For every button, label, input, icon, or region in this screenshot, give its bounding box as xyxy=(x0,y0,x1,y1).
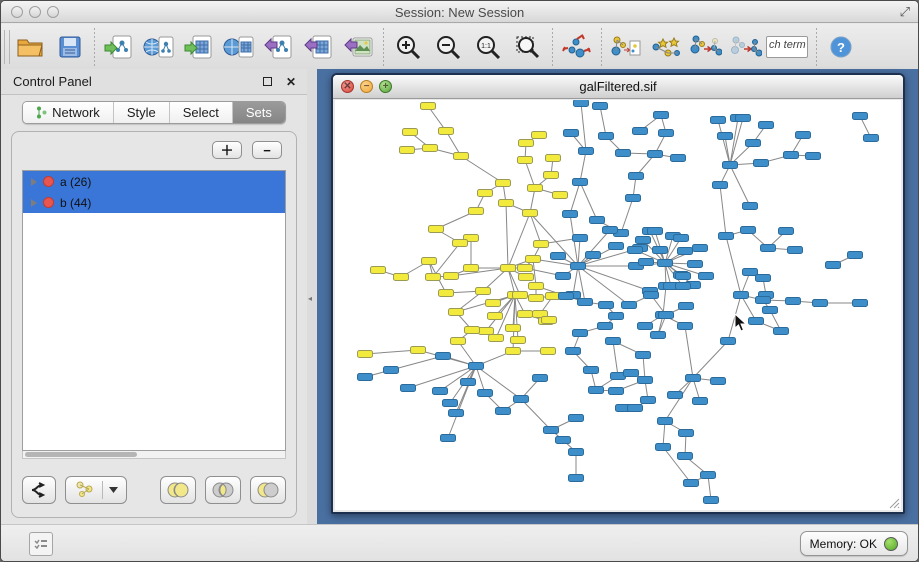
difference-button[interactable] xyxy=(250,476,286,504)
app-window: Session: New Session ⤢ xyxy=(0,0,919,562)
frame-maximize-icon[interactable]: + xyxy=(379,80,392,93)
tab-style[interactable]: Style xyxy=(114,102,170,123)
search-input[interactable]: ch term xyxy=(766,36,808,58)
button-divider xyxy=(102,481,103,499)
select-first-neighbors-button[interactable] xyxy=(646,28,686,66)
collapse-splitter-icon[interactable]: ◂ xyxy=(308,294,315,304)
svg-text:?: ? xyxy=(837,40,845,55)
task-history-button[interactable] xyxy=(29,532,53,556)
import-network-web-button[interactable] xyxy=(139,28,179,66)
toolbar-separator xyxy=(816,28,817,66)
main-content: Control Panel ✕ Network Style Select Set… xyxy=(1,69,918,524)
set-label: b (44) xyxy=(60,196,91,210)
chevron-down-icon xyxy=(109,487,118,493)
expander-icon[interactable] xyxy=(31,199,37,207)
status-bar: Memory: OK xyxy=(1,524,918,561)
float-panel-icon[interactable] xyxy=(259,74,275,90)
main-toolbar: 1:1 ch term ? xyxy=(1,24,918,69)
network-graph[interactable] xyxy=(335,100,901,510)
tab-label: Style xyxy=(127,105,156,120)
list-item-set-b[interactable]: b (44) xyxy=(23,192,285,213)
title-bar: Session: New Session ⤢ xyxy=(1,1,918,23)
remove-set-button[interactable]: − xyxy=(252,141,282,159)
frame-close-icon[interactable]: ✕ xyxy=(341,80,354,93)
yellow-network-icon xyxy=(74,481,96,499)
sets-toolbar xyxy=(22,475,286,505)
toolbar-separator xyxy=(94,28,95,66)
zoom-selected-button[interactable] xyxy=(508,28,548,66)
close-panel-icon[interactable]: ✕ xyxy=(283,74,299,90)
set-color-icon xyxy=(43,176,54,187)
import-network-file-button[interactable] xyxy=(99,28,139,66)
new-network-from-selection-button[interactable] xyxy=(606,28,646,66)
memory-status-button[interactable]: Memory: OK xyxy=(800,531,908,556)
tab-sets[interactable]: Sets xyxy=(233,102,285,123)
tab-label: Network xyxy=(52,105,100,120)
zoom-out-button[interactable] xyxy=(428,28,468,66)
sets-panel: ＋ − a (26) b (44) xyxy=(11,131,297,518)
frame-minimize-icon[interactable]: − xyxy=(360,80,373,93)
help-button[interactable]: ? xyxy=(821,28,861,66)
toolbar-separator xyxy=(383,28,384,66)
apply-layout-button[interactable] xyxy=(557,28,597,66)
control-panel-title: Control Panel xyxy=(13,74,259,89)
task-list-icon xyxy=(34,538,48,550)
zoom-in-button[interactable] xyxy=(388,28,428,66)
union-button[interactable] xyxy=(160,476,196,504)
set-color-icon xyxy=(43,197,54,208)
list-item-set-a[interactable]: a (26) xyxy=(23,171,285,192)
control-panel-tabs: Network Style Select Sets xyxy=(1,101,307,124)
export-network-button[interactable] xyxy=(259,28,299,66)
intersection-icon xyxy=(211,482,235,498)
fullscreen-icon[interactable]: ⤢ xyxy=(900,4,910,20)
memory-label: Memory: OK xyxy=(810,537,877,551)
create-set-from-network-button[interactable] xyxy=(65,476,127,504)
sets-list[interactable]: a (26) b (44) xyxy=(22,170,286,451)
set-label: a (26) xyxy=(60,175,91,189)
frame-title: galFiltered.sif xyxy=(579,79,656,94)
zoom-actual-size-button[interactable]: 1:1 xyxy=(468,28,508,66)
window-title: Session: New Session xyxy=(1,5,918,20)
tab-label: Select xyxy=(183,105,219,120)
network-icon xyxy=(36,106,47,119)
split-set-button[interactable] xyxy=(22,476,56,504)
tab-label: Sets xyxy=(246,105,272,120)
new-network-selected-nodes-button[interactable] xyxy=(686,28,726,66)
import-table-web-button[interactable] xyxy=(219,28,259,66)
expander-icon[interactable] xyxy=(31,178,37,186)
toolbar-separator xyxy=(601,28,602,66)
export-image-button[interactable] xyxy=(339,28,379,66)
import-table-file-button[interactable] xyxy=(179,28,219,66)
tab-select[interactable]: Select xyxy=(170,102,233,123)
memory-ok-led-icon xyxy=(884,537,898,551)
open-file-button[interactable] xyxy=(10,28,50,66)
save-session-button[interactable] xyxy=(50,28,90,66)
panel-splitter[interactable]: ◂ xyxy=(307,69,317,524)
add-set-button[interactable]: ＋ xyxy=(212,141,242,159)
scrollbar-thumb[interactable] xyxy=(25,452,137,457)
hide-selected-nodes-button[interactable] xyxy=(726,28,766,66)
toolbar-separator xyxy=(552,28,553,66)
difference-icon xyxy=(256,482,280,498)
network-frame[interactable]: ✕ − + galFiltered.sif xyxy=(331,73,905,514)
export-table-button[interactable] xyxy=(299,28,339,66)
horizontal-scrollbar[interactable] xyxy=(22,451,286,459)
svg-text:1:1: 1:1 xyxy=(481,43,491,50)
network-desktop: ✕ − + galFiltered.sif xyxy=(317,69,918,524)
union-icon xyxy=(166,482,190,498)
frame-title-bar[interactable]: ✕ − + galFiltered.sif xyxy=(333,75,903,99)
intersection-button[interactable] xyxy=(205,476,241,504)
split-arrows-icon xyxy=(30,482,48,498)
network-canvas[interactable] xyxy=(335,100,901,510)
resize-grip-icon[interactable] xyxy=(887,496,900,509)
control-panel: Control Panel ✕ Network Style Select Set… xyxy=(1,69,307,524)
control-panel-header: Control Panel ✕ xyxy=(1,69,307,95)
tab-network[interactable]: Network xyxy=(23,102,114,123)
